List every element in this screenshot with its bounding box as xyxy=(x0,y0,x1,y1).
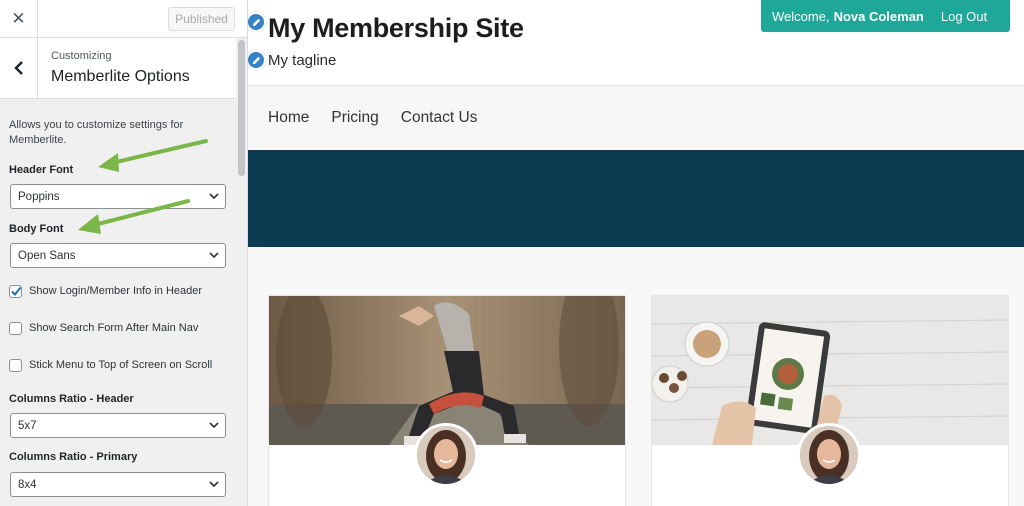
nav-pricing[interactable]: Pricing xyxy=(331,109,378,127)
checkbox-show-login[interactable]: Show Login/Member Info in Header xyxy=(9,284,202,298)
site-preview: My Membership Site My tagline Welcome, N… xyxy=(248,0,1024,506)
author-avatar[interactable] xyxy=(414,423,478,487)
checkbox-show-search[interactable]: Show Search Form After Main Nav xyxy=(9,321,198,335)
checkmark-icon xyxy=(11,286,22,296)
customizer-sidebar: ✕ Published Customizing Memberlite Optio… xyxy=(0,0,248,506)
post-card[interactable] xyxy=(268,295,626,506)
checkbox-label: Show Login/Member Info in Header xyxy=(29,285,203,297)
header-font-label: Header Font xyxy=(9,164,74,176)
close-icon[interactable]: ✕ xyxy=(0,0,38,38)
chevron-down-icon xyxy=(209,193,219,200)
pencil-icon[interactable] xyxy=(248,50,266,70)
member-info-bar: Welcome, Nova Coleman Log Out xyxy=(761,0,1010,32)
nav-home[interactable]: Home xyxy=(268,109,309,127)
checkbox-label: Stick Menu to Top of Screen on Scroll xyxy=(29,359,213,371)
back-button[interactable] xyxy=(0,38,38,98)
columns-primary-label: Columns Ratio - Primary xyxy=(9,451,138,463)
member-name-link[interactable]: Nova Coleman xyxy=(834,9,924,24)
checkbox[interactable] xyxy=(9,321,22,335)
author-avatar[interactable] xyxy=(797,423,861,487)
checkbox-label: Show Search Form After Main Nav xyxy=(29,322,199,334)
site-tagline: My tagline xyxy=(268,52,337,69)
published-button[interactable]: Published xyxy=(168,7,235,31)
columns-header-select[interactable]: 5x7 xyxy=(10,413,226,438)
logout-link[interactable]: Log Out xyxy=(941,9,987,24)
columns-primary-select[interactable]: 8x4 xyxy=(10,472,226,497)
section-header: Customizing Memberlite Options xyxy=(0,38,236,99)
checkbox[interactable] xyxy=(9,284,22,298)
annotation-arrow-icon xyxy=(98,139,208,172)
welcome-text: Welcome, xyxy=(772,8,830,24)
columns-header-value: 5x7 xyxy=(18,419,37,432)
pencil-icon[interactable] xyxy=(248,12,266,32)
annotation-arrow-icon xyxy=(78,199,190,234)
body-font-label: Body Font xyxy=(9,223,64,235)
chevron-down-icon xyxy=(209,422,219,429)
chevron-down-icon xyxy=(209,481,219,488)
section-subtitle: Customizing xyxy=(51,50,112,62)
checkbox-sticky-menu[interactable]: Stick Menu to Top of Screen on Scroll xyxy=(9,358,212,372)
chevron-down-icon xyxy=(209,252,219,259)
site-title[interactable]: My Membership Site xyxy=(268,13,524,44)
body-font-value: Open Sans xyxy=(18,249,76,262)
customizer-header-bar: ✕ Published xyxy=(0,0,247,38)
header-font-value: Poppins xyxy=(18,190,60,203)
nav-contact[interactable]: Contact Us xyxy=(401,109,478,127)
columns-primary-value: 8x4 xyxy=(18,478,37,491)
checkbox[interactable] xyxy=(9,358,22,372)
scrollbar-thumb[interactable] xyxy=(238,40,245,176)
post-card[interactable] xyxy=(651,295,1009,506)
main-nav: Home Pricing Contact Us xyxy=(248,85,1024,150)
columns-header-label: Columns Ratio - Header xyxy=(9,393,134,405)
section-title: Memberlite Options xyxy=(51,68,190,85)
chevron-left-icon xyxy=(13,61,23,75)
page-banner xyxy=(248,150,1024,247)
body-font-select[interactable]: Open Sans xyxy=(10,243,226,268)
